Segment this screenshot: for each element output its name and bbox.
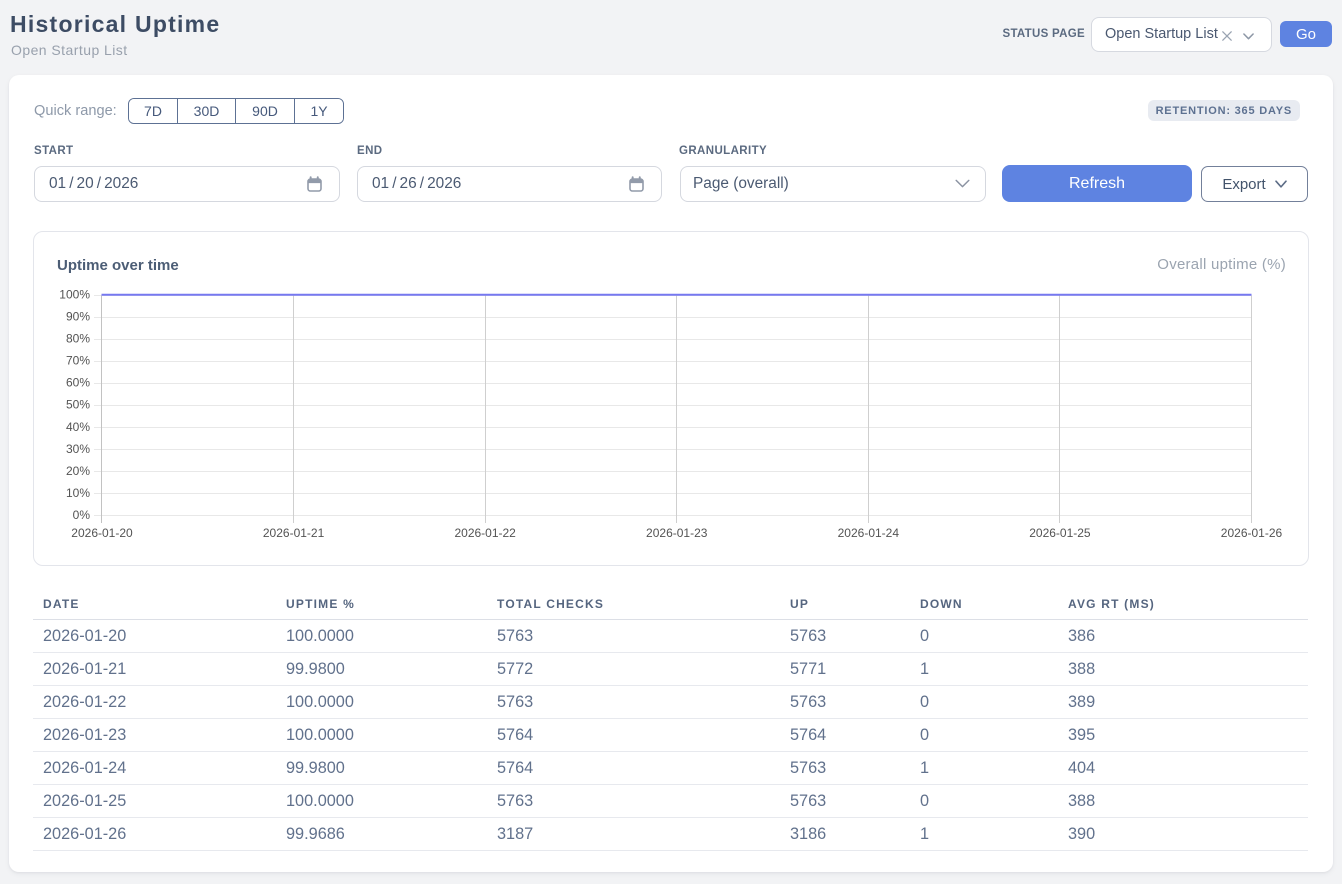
svg-text:90%: 90%	[66, 309, 90, 323]
svg-text:2026-01-23: 2026-01-23	[646, 526, 708, 540]
svg-text:60%: 60%	[66, 376, 90, 390]
svg-text:2026-01-22: 2026-01-22	[454, 526, 516, 540]
svg-text:30%: 30%	[66, 442, 90, 456]
svg-text:10%: 10%	[66, 486, 90, 500]
svg-text:70%: 70%	[66, 354, 90, 368]
svg-text:2026-01-26: 2026-01-26	[1221, 526, 1283, 540]
svg-text:20%: 20%	[66, 464, 90, 478]
svg-text:2026-01-20: 2026-01-20	[71, 526, 133, 540]
svg-text:50%: 50%	[66, 398, 90, 412]
svg-text:2026-01-24: 2026-01-24	[838, 526, 900, 540]
svg-text:2026-01-21: 2026-01-21	[263, 526, 325, 540]
svg-text:100%: 100%	[59, 287, 90, 301]
svg-text:80%: 80%	[66, 332, 90, 346]
svg-text:0%: 0%	[73, 508, 91, 522]
svg-text:40%: 40%	[66, 420, 90, 434]
svg-text:2026-01-25: 2026-01-25	[1029, 526, 1091, 540]
